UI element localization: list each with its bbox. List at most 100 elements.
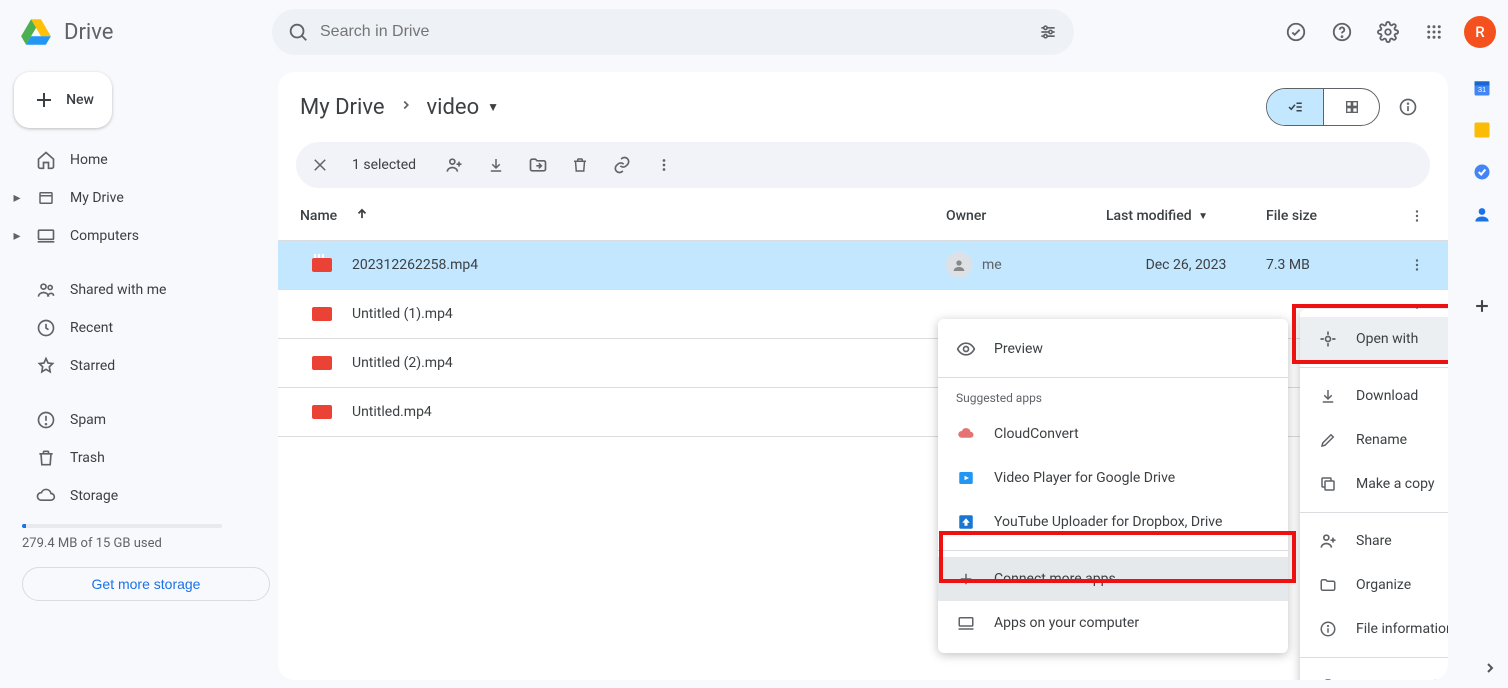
home-icon (36, 150, 56, 170)
owner-avatar-icon (946, 252, 972, 278)
breadcrumb: My Drive video ▼ (278, 80, 1448, 134)
share-icon (1318, 531, 1338, 551)
search-options-icon[interactable] (1028, 12, 1068, 52)
file-name-text: 202312262258.mp4 (352, 257, 478, 273)
recent-icon (36, 318, 56, 338)
copy-icon (1318, 474, 1338, 494)
submenu-connect-more-apps[interactable]: Connect more apps (938, 557, 1288, 601)
sidebar-item-label: Starred (70, 358, 115, 374)
ctx-share[interactable]: Share ▶ (1300, 519, 1448, 563)
column-menu-icon[interactable] (1376, 207, 1426, 225)
copy-link-icon[interactable] (612, 155, 632, 175)
ctx-file-info[interactable]: File information ▶ (1300, 607, 1448, 651)
more-actions-icon[interactable] (654, 155, 674, 175)
offline-status-icon[interactable] (1276, 12, 1316, 52)
hide-side-panel-icon[interactable] (1480, 658, 1500, 678)
download-icon[interactable] (486, 155, 506, 175)
breadcrumb-dropdown-icon[interactable]: ▼ (487, 100, 499, 114)
rename-icon (1318, 430, 1338, 450)
sidebar-item-label: Computers (70, 228, 139, 244)
ctx-download[interactable]: Download (1300, 374, 1448, 418)
column-file-size[interactable]: File size (1266, 208, 1376, 224)
open-with-submenu: Preview Suggested apps CloudConvert Vide… (938, 319, 1288, 653)
ctx-organize[interactable]: Organize ▶ (1300, 563, 1448, 607)
column-owner[interactable]: Owner (946, 208, 1106, 224)
sort-ascending-icon[interactable] (355, 207, 369, 225)
column-last-modified[interactable]: Last modified ▼ (1106, 208, 1266, 224)
breadcrumb-root[interactable]: My Drive (300, 95, 385, 120)
info-icon[interactable] (1390, 89, 1426, 125)
youtubeuploader-icon (956, 512, 976, 532)
expand-icon[interactable]: ▸ (12, 231, 22, 241)
apps-grid-icon[interactable] (1414, 12, 1454, 52)
sidebar-item-trash[interactable]: Trash (14, 440, 270, 476)
clear-selection-icon[interactable] (310, 155, 330, 175)
videoplayer-icon (956, 468, 976, 488)
cloudconvert-icon (956, 424, 976, 444)
view-mode-toggle (1266, 88, 1380, 126)
move-to-folder-icon[interactable] (528, 155, 548, 175)
sidebar-item-computers[interactable]: ▸ Computers (14, 218, 270, 254)
header-actions: R (1276, 12, 1496, 52)
svg-text:31: 31 (1478, 85, 1486, 94)
help-icon[interactable] (1322, 12, 1362, 52)
file-size: 7.3 MB (1266, 257, 1376, 273)
star-icon (36, 356, 56, 376)
search-input[interactable] (318, 22, 1028, 42)
search-bar[interactable] (272, 9, 1074, 55)
drive-icon (36, 188, 56, 208)
ctx-open-with[interactable]: Open with ▶ (1300, 317, 1448, 361)
sidebar-item-starred[interactable]: Starred (14, 348, 270, 384)
sidebar-item-recent[interactable]: Recent (14, 310, 270, 346)
shared-icon (36, 280, 56, 300)
drive-logo-icon (16, 12, 56, 52)
selection-count: 1 selected (352, 157, 416, 173)
sidebar-item-label: Shared with me (70, 282, 166, 298)
tasks-app-icon[interactable] (1472, 162, 1492, 182)
sidebar-item-spam[interactable]: Spam (14, 402, 270, 438)
calendar-app-icon[interactable]: 31 (1472, 78, 1492, 98)
new-button[interactable]: New (14, 72, 112, 128)
expand-icon[interactable]: ▸ (12, 193, 22, 203)
breadcrumb-current[interactable]: video (427, 95, 480, 120)
sidebar-item-mydrive[interactable]: ▸ My Drive (14, 180, 270, 216)
column-name[interactable]: Name (300, 208, 337, 224)
submenu-app-videoplayer[interactable]: Video Player for Google Drive (938, 456, 1288, 500)
get-more-storage-button[interactable]: Get more storage (22, 567, 270, 601)
main-panel: My Drive video ▼ 1 selected (278, 72, 1448, 680)
share-person-icon[interactable] (444, 155, 464, 175)
app-logo[interactable]: Drive (12, 12, 252, 52)
submenu-preview[interactable]: Preview (938, 327, 1288, 371)
settings-icon[interactable] (1368, 12, 1408, 52)
ctx-rename[interactable]: Rename (1300, 418, 1448, 462)
ctx-make-copy[interactable]: Make a copy Ctrl+C Ctrl+V (1300, 462, 1448, 506)
list-view-button[interactable] (1267, 89, 1323, 125)
file-name-text: Untitled.mp4 (352, 404, 432, 420)
header: Drive R (0, 0, 1508, 64)
contacts-app-icon[interactable] (1472, 204, 1492, 224)
info-icon (1318, 619, 1338, 639)
row-actions-icon[interactable] (1376, 256, 1426, 274)
submenu-app-youtubeuploader[interactable]: YouTube Uploader for Dropbox, Drive (938, 500, 1288, 544)
new-button-label: New (66, 92, 94, 108)
submenu-apps-on-computer[interactable]: Apps on your computer (938, 601, 1288, 645)
submenu-app-cloudconvert[interactable]: CloudConvert (938, 412, 1288, 456)
add-companion-app-icon[interactable] (1472, 296, 1492, 316)
context-menu: Open with ▶ Download Rename Make a copy … (1300, 309, 1448, 680)
selection-toolbar: 1 selected (296, 142, 1430, 188)
sidebar-item-label: Home (70, 152, 108, 168)
ctx-move-to-trash[interactable]: Move to trash (1300, 664, 1448, 680)
sidebar-item-home[interactable]: Home (14, 142, 270, 178)
sidebar-item-shared[interactable]: Shared with me (14, 272, 270, 308)
grid-view-button[interactable] (1323, 89, 1379, 125)
video-file-icon (312, 405, 332, 419)
file-owner: me (946, 252, 1106, 278)
table-row[interactable]: 202312262258.mp4meDec 26, 20237.3 MB (278, 241, 1448, 290)
keep-app-icon[interactable] (1472, 120, 1492, 140)
account-avatar[interactable]: R (1464, 16, 1496, 48)
sidebar-item-storage[interactable]: Storage (14, 478, 270, 514)
delete-icon[interactable] (570, 155, 590, 175)
cloud-icon (36, 486, 56, 506)
trash-icon (1318, 676, 1338, 680)
video-file-icon (312, 356, 332, 370)
